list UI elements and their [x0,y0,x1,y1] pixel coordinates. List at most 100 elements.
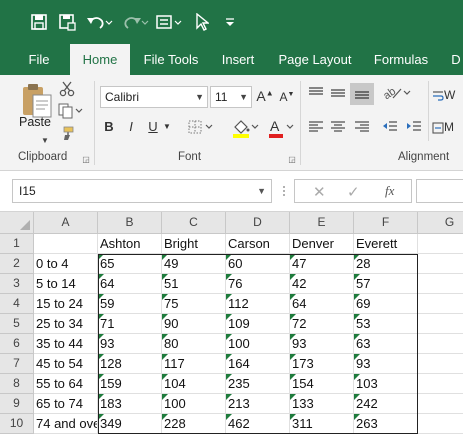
borders-icon[interactable] [186,119,216,137]
decrease-indent-icon[interactable] [380,119,400,137]
select-all-corner[interactable] [0,212,34,234]
cell-d3[interactable]: 76 [226,274,290,294]
cell-f1[interactable]: Everett [354,234,418,254]
cell-c7[interactable]: 117 [162,354,226,374]
cell-e2[interactable]: 47 [290,254,354,274]
row-header-1[interactable]: 1 [0,234,34,254]
font-size-select[interactable]: 11 ▼ [210,86,252,108]
save-as-icon[interactable] [56,11,78,33]
enter-check-icon[interactable]: ✓ [347,183,360,201]
align-center-icon[interactable] [328,119,348,137]
cell-g5[interactable] [418,314,463,334]
tab-page-layout[interactable]: Page Layout [272,44,358,75]
cell-e3[interactable]: 42 [290,274,354,294]
paste-button-label[interactable]: Paste [12,115,58,129]
customize-qat-icon[interactable] [222,11,238,33]
font-name-select[interactable]: Calibri ▼ [100,86,208,108]
cell-e8[interactable]: 154 [290,374,354,394]
cell-c2[interactable]: 49 [162,254,226,274]
tab-home[interactable]: Home [70,44,130,75]
cell-d2[interactable]: 60 [226,254,290,274]
cell-f9[interactable]: 242 [354,394,418,414]
cell-a8[interactable]: 55 to 64 [34,374,98,394]
decrease-font-icon[interactable]: A▼ [278,90,296,104]
bold-button[interactable]: B [102,119,116,134]
format-painter-icon[interactable] [58,125,76,143]
increase-font-icon[interactable]: A▲ [256,88,274,104]
cell-b10[interactable]: 349 [98,414,162,434]
align-middle-icon[interactable] [328,85,348,103]
cell-e10[interactable]: 311 [290,414,354,434]
align-right-icon[interactable] [352,119,372,137]
align-bottom-icon[interactable] [350,83,374,105]
tab-file[interactable]: File [18,44,60,75]
underline-dropdown-icon[interactable]: ▼ [162,122,172,131]
cell-c8[interactable]: 104 [162,374,226,394]
name-box[interactable]: I15 ▼ [12,179,272,203]
underline-button[interactable]: U [146,119,160,134]
cell-a7[interactable]: 45 to 54 [34,354,98,374]
cell-c9[interactable]: 100 [162,394,226,414]
cell-d5[interactable]: 109 [226,314,290,334]
cell-b4[interactable]: 59 [98,294,162,314]
row-header-5[interactable]: 5 [0,314,34,334]
row-header-9[interactable]: 9 [0,394,34,414]
column-header-e[interactable]: E [290,212,354,234]
cell-e7[interactable]: 173 [290,354,354,374]
cell-e4[interactable]: 64 [290,294,354,314]
cell-a9[interactable]: 65 to 74 [34,394,98,414]
column-header-f[interactable]: F [354,212,418,234]
cell-b8[interactable]: 159 [98,374,162,394]
cut-icon[interactable] [58,81,76,99]
cell-b7[interactable]: 128 [98,354,162,374]
worksheet-grid[interactable]: ABCDEFG 1 2 3 4 5 6 7 8 9 10 Ashton Bright Carson De… [0,211,463,443]
cell-c3[interactable]: 51 [162,274,226,294]
cell-a2[interactable]: 0 to 4 [34,254,98,274]
cell-d6[interactable]: 100 [226,334,290,354]
cell-g10[interactable] [418,414,463,434]
italic-button[interactable]: I [124,119,138,134]
wrap-text-button[interactable]: W [432,87,463,105]
cell-d10[interactable]: 462 [226,414,290,434]
cell-g9[interactable] [418,394,463,414]
increase-indent-icon[interactable] [404,119,424,137]
cell-d8[interactable]: 235 [226,374,290,394]
column-header-g[interactable]: G [418,212,463,234]
cell-a3[interactable]: 5 to 14 [34,274,98,294]
column-header-d[interactable]: D [226,212,290,234]
cell-f4[interactable]: 69 [354,294,418,314]
cell-a6[interactable]: 35 to 44 [34,334,98,354]
cell-b3[interactable]: 64 [98,274,162,294]
cell-f5[interactable]: 53 [354,314,418,334]
row-header-3[interactable]: 3 [0,274,34,294]
fill-color-icon[interactable] [230,117,260,139]
cell-e5[interactable]: 72 [290,314,354,334]
copy-icon[interactable] [56,103,84,121]
cell-a4[interactable]: 15 to 24 [34,294,98,314]
cell-g8[interactable] [418,374,463,394]
tab-file-tools[interactable]: File Tools [138,44,204,75]
cell-b2[interactable]: 65 [98,254,162,274]
row-header-10[interactable]: 10 [0,414,34,434]
tab-insert[interactable]: Insert [214,44,262,75]
cell-a10[interactable]: 74 and ove [34,414,98,434]
cell-b1[interactable]: Ashton [98,234,162,254]
row-header-2[interactable]: 2 [0,254,34,274]
cell-f2[interactable]: 28 [354,254,418,274]
row-header-8[interactable]: 8 [0,374,34,394]
save-icon[interactable] [28,11,50,33]
row-header-6[interactable]: 6 [0,334,34,354]
cell-b5[interactable]: 71 [98,314,162,334]
cell-g2[interactable] [418,254,463,274]
cell-a1[interactable] [34,234,98,254]
undo-icon[interactable] [84,11,114,33]
cell-g3[interactable] [418,274,463,294]
pointer-icon[interactable] [192,11,212,33]
align-top-icon[interactable] [306,85,326,103]
cell-f6[interactable]: 63 [354,334,418,354]
merge-center-button[interactable]: M [432,119,463,137]
paste-dropdown-icon[interactable]: ▼ [40,136,50,145]
orientation-icon[interactable]: ab [380,83,412,105]
cell-e1[interactable]: Denver [290,234,354,254]
cell-a5[interactable]: 25 to 34 [34,314,98,334]
